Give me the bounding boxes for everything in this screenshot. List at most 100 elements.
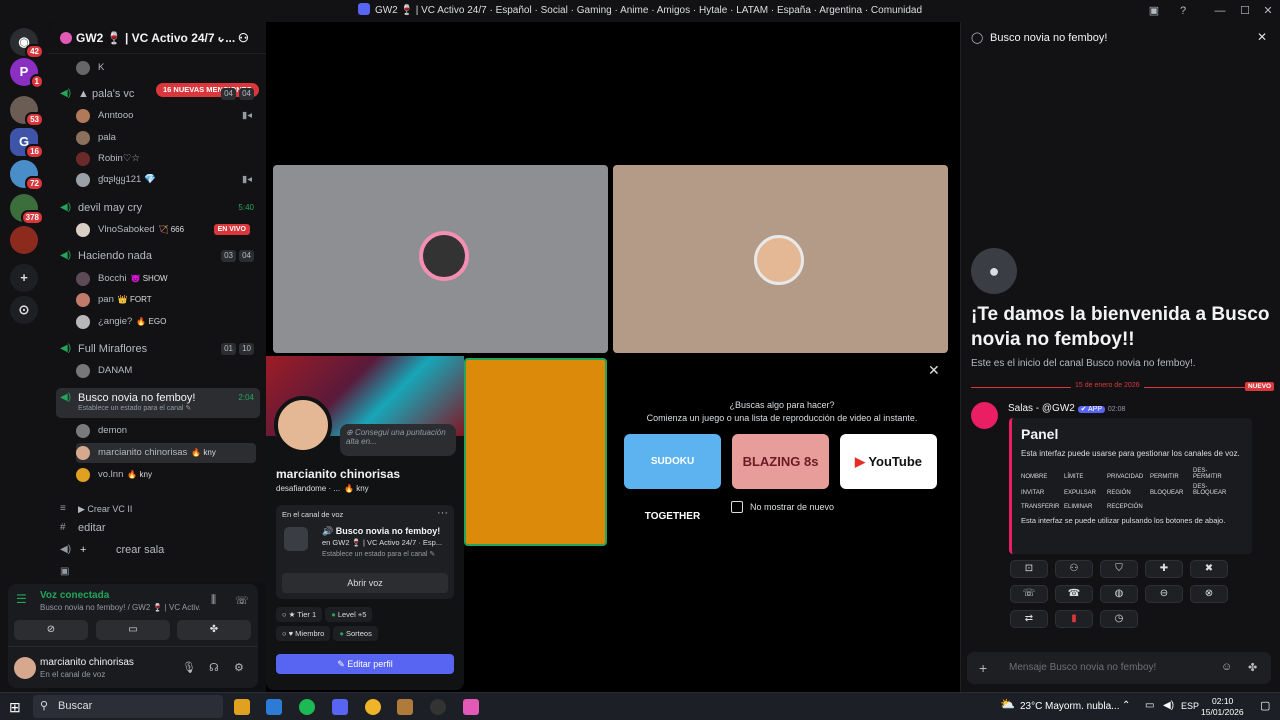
role-chip[interactable]: ○ ★ Tier 1 — [276, 607, 323, 622]
voice-status[interactable]: Voz conectada — [40, 590, 109, 601]
dont-show-checkbox[interactable] — [731, 501, 743, 513]
video-tile-speaking[interactable] — [464, 358, 607, 546]
help-icon[interactable]: ? — [1171, 0, 1195, 22]
role-chip[interactable]: ● Sorteos — [333, 626, 378, 641]
role-chip[interactable]: ○ ♥ Miembro — [276, 626, 331, 641]
network-icon[interactable]: ▭ — [1145, 700, 1154, 711]
discord-taskbar-icon[interactable] — [332, 699, 348, 715]
weather-temp[interactable]: 23°C — [1020, 701, 1042, 712]
close-icon[interactable]: ✕ — [928, 362, 940, 379]
avatar[interactable] — [274, 396, 332, 454]
add-attachment-icon[interactable]: + — [979, 660, 987, 676]
emoji-icon[interactable]: ☺ — [1221, 661, 1232, 673]
reception-button[interactable]: ◷ — [1100, 610, 1138, 628]
voice-user[interactable]: pan 👑 FORT — [76, 290, 256, 310]
server-icon[interactable] — [10, 226, 38, 254]
voice-user-selected[interactable]: marcianito chinorisas 🔥 kny — [76, 443, 256, 463]
invite-button[interactable]: ☏ — [1010, 585, 1048, 603]
locked-channel[interactable]: ▣ — [56, 562, 260, 582]
camera-off-button[interactable]: ⊘ — [14, 620, 88, 640]
activities-button[interactable]: ✤ — [177, 620, 251, 640]
unpermit-button[interactable]: ✖ — [1190, 560, 1228, 578]
server-folder[interactable]: 378 — [10, 194, 44, 225]
language-indicator[interactable]: ESP — [1181, 701, 1199, 711]
noise-icon[interactable]: ⫼ — [211, 594, 216, 607]
add-server-icon[interactable]: + — [10, 264, 38, 292]
app-icon[interactable] — [463, 699, 479, 715]
voice-channel[interactable]: ◀) + crear sala — [56, 540, 260, 560]
bot-avatar[interactable] — [971, 402, 998, 429]
voice-user[interactable]: VlnoSaboked 🏹 666 EN VIVO — [76, 220, 256, 240]
server-header[interactable]: GW2 🍷 | VC Activo 24/7 · ... ⌄ ⚇ — [48, 22, 266, 54]
voice-channel[interactable]: ◀) Full Miraflores 01 10 — [56, 339, 260, 359]
chrome-icon[interactable] — [365, 699, 381, 715]
file-explorer-icon[interactable] — [234, 699, 250, 715]
edit-profile-button[interactable]: ✎ Editar perfil — [276, 654, 454, 674]
voice-card-channel[interactable]: 🔊 Busco novia no femboy! — [322, 526, 440, 537]
voice-user[interactable]: vo.lnn 🔥 kny — [76, 465, 256, 485]
store-icon[interactable] — [266, 699, 282, 715]
direct-messages-button[interactable]: ◉ 42 — [10, 28, 44, 59]
role-chip[interactable]: ● Level +5 — [325, 607, 373, 622]
delete-button[interactable]: ▮ — [1055, 610, 1093, 628]
settings-icon[interactable]: ⚙ — [234, 661, 244, 674]
voice-location[interactable]: Busco novia no femboy! / GW2 🍷 | VC Acti… — [40, 603, 200, 612]
app-icon[interactable] — [397, 699, 413, 715]
clock-time[interactable]: 02:10 — [1212, 696, 1233, 706]
avatar[interactable] — [14, 657, 36, 679]
permit-button[interactable]: ✚ — [1145, 560, 1183, 578]
open-voice-button[interactable]: Abrir voz — [282, 573, 448, 593]
voice-user[interactable]: ɠαʂƚყყ121 💎 ▮◂ — [76, 170, 256, 190]
status-bubble[interactable]: ⊕ Consegui una puntuación alta en... — [340, 424, 456, 456]
taskbar-search[interactable]: ⚲ Buscar — [33, 695, 223, 718]
apps-icon[interactable]: ✤ — [1248, 661, 1257, 674]
notifications-icon[interactable]: ▢ — [1260, 699, 1270, 712]
block-button[interactable]: ⊖ — [1145, 585, 1183, 603]
blazing-8s-card[interactable]: BLAZING 8s — [732, 434, 829, 489]
headphones-icon[interactable]: ☊ — [209, 661, 219, 674]
server-icon[interactable]: 72 — [10, 160, 44, 191]
screen-share-button[interactable]: ▭ — [96, 620, 170, 640]
windows-start-icon[interactable]: ⊞ — [9, 699, 21, 716]
youtube-card[interactable]: ▶ YouTube — [840, 434, 937, 489]
server-icon[interactable]: 53 — [10, 96, 44, 127]
voice-channel[interactable]: ◀) Haciendo nada 03 04 — [56, 246, 260, 266]
unblock-button[interactable]: ⊗ — [1190, 585, 1228, 603]
voice-user[interactable]: DANAM — [76, 361, 256, 381]
weather-forecast[interactable]: Mayorm. nubla... — [1045, 701, 1119, 712]
voice-user[interactable]: Anntooo ▮◂ — [76, 106, 256, 126]
discover-icon[interactable]: ⊙ — [10, 296, 38, 324]
voice-channel[interactable]: ◀) devil may cry 5:40 — [56, 198, 260, 218]
voice-user[interactable]: pala — [76, 128, 256, 148]
voice-user[interactable]: ¿angie? 🔥 EGO — [76, 312, 256, 332]
more-icon[interactable]: ··· — [437, 507, 448, 519]
rename-button[interactable]: ⊡ — [1010, 560, 1048, 578]
sudoku-card[interactable]: SUDOKU TOGETHER — [624, 434, 721, 522]
message-composer[interactable]: + Mensaje Busco novia no femboy! ☺ ✤ — [967, 652, 1271, 684]
voice-user[interactable]: Robin♡☆ — [76, 149, 256, 169]
clock-date[interactable]: 15/01/2026 — [1201, 707, 1244, 717]
obs-icon[interactable] — [430, 699, 446, 715]
minimize-button[interactable]: — — [1208, 0, 1232, 22]
inbox-icon[interactable]: ▣ — [1142, 0, 1166, 22]
region-button[interactable]: ◍ — [1100, 585, 1138, 603]
video-tile[interactable] — [613, 165, 948, 353]
voice-channel[interactable]: ◀) ▲ pala's vc 04 04 — [56, 84, 260, 104]
tray-chevron-icon[interactable]: ⌃ — [1122, 700, 1130, 711]
voice-user[interactable]: Bocchi 😈 SHOW — [76, 269, 256, 289]
video-tile[interactable] — [273, 165, 608, 353]
category[interactable]: ≡ ▶ Crear VC II — [56, 499, 260, 519]
voice-channel-selected[interactable]: ◀) Busco novia no femboy! 2:04 Establece un… — [56, 388, 260, 418]
voice-user[interactable]: demon — [76, 421, 256, 441]
text-channel[interactable]: # editar — [56, 518, 260, 538]
add-member-icon[interactable]: ⚇ — [238, 31, 249, 45]
maximize-button[interactable]: ☐ — [1233, 0, 1257, 22]
kick-button[interactable]: ☎ — [1055, 585, 1093, 603]
message-author[interactable]: Salas - @GW2 ✔ APP 02:08 — [1008, 403, 1125, 414]
spotify-icon[interactable] — [299, 699, 315, 715]
server-icon[interactable]: P1 — [10, 58, 44, 89]
voice-user[interactable]: K — [76, 58, 256, 78]
volume-icon[interactable]: ◀) — [1163, 700, 1174, 711]
server-icon-gw2[interactable]: G 16 — [10, 128, 44, 159]
transfer-button[interactable]: ⇄ — [1010, 610, 1048, 628]
